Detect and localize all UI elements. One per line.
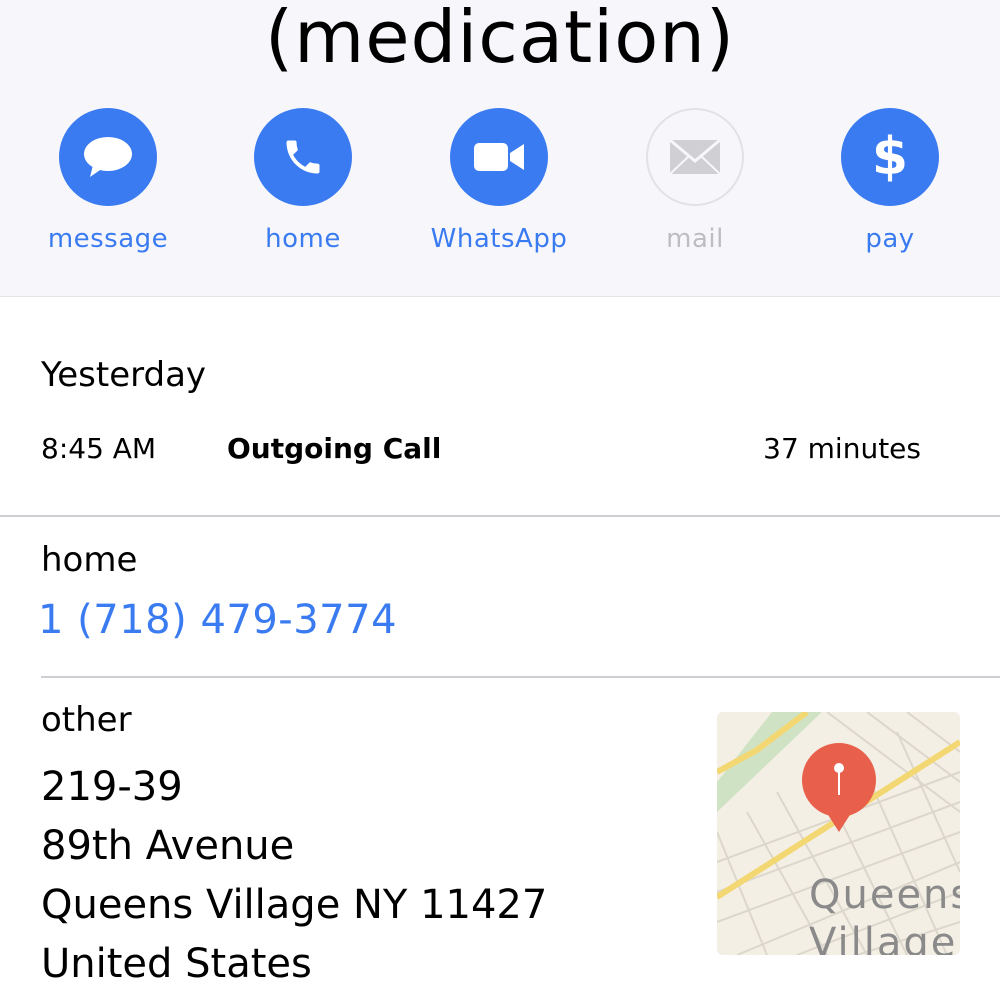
phone-label: home (41, 540, 138, 580)
address-block[interactable]: 219-39 89th Avenue Queens Village NY 114… (41, 758, 547, 994)
call-log-row: 8:45 AM Outgoing Call 37 minutes (41, 428, 921, 472)
address-line: 89th Avenue (41, 823, 295, 869)
pay-button[interactable]: $ (841, 108, 939, 206)
map-place-label: Village (809, 920, 958, 955)
dollar-icon: $ (871, 127, 909, 187)
address-map-thumbnail[interactable]: Queens Village (717, 712, 960, 955)
message-action[interactable]: message (18, 108, 198, 254)
whatsapp-button[interactable] (450, 108, 548, 206)
message-label: message (47, 224, 169, 254)
address-line: 219-39 (41, 764, 183, 810)
phone-number-link[interactable]: 1 (718) 479-3774 (38, 597, 397, 643)
section-divider (0, 515, 1000, 517)
home-call-action[interactable]: home (213, 108, 393, 254)
map-place-label: Queens (809, 872, 960, 918)
mail-action[interactable]: mail (605, 108, 785, 254)
pay-label: pay (865, 224, 915, 254)
recent-calls-section: Yesterday (41, 355, 206, 395)
home-call-button[interactable] (254, 108, 352, 206)
call-time: 8:45 AM (41, 432, 157, 465)
message-button[interactable] (59, 108, 157, 206)
video-camera-icon (474, 143, 524, 171)
mail-button[interactable] (646, 108, 744, 206)
home-call-label: home (265, 224, 341, 254)
message-bubble-icon (84, 137, 132, 177)
whatsapp-action[interactable]: WhatsApp (409, 108, 589, 254)
map-pin-icon (802, 743, 876, 832)
address-line: United States (41, 941, 312, 987)
call-type: Outgoing Call (227, 432, 442, 465)
address-line: Queens Village NY 11427 (41, 882, 548, 928)
phone-icon (286, 140, 320, 174)
pay-action[interactable]: $ pay (800, 108, 980, 254)
field-divider (41, 676, 1000, 678)
recent-day: Yesterday (41, 355, 207, 395)
whatsapp-label: WhatsApp (430, 224, 568, 254)
call-duration: 37 minutes (763, 432, 921, 465)
envelope-icon (669, 139, 721, 175)
contact-header: (medication) message home WhatsApp mail … (0, 0, 1000, 297)
mail-label: mail (666, 224, 724, 254)
address-label: other (41, 700, 132, 740)
contact-name: (medication) (265, 0, 735, 79)
